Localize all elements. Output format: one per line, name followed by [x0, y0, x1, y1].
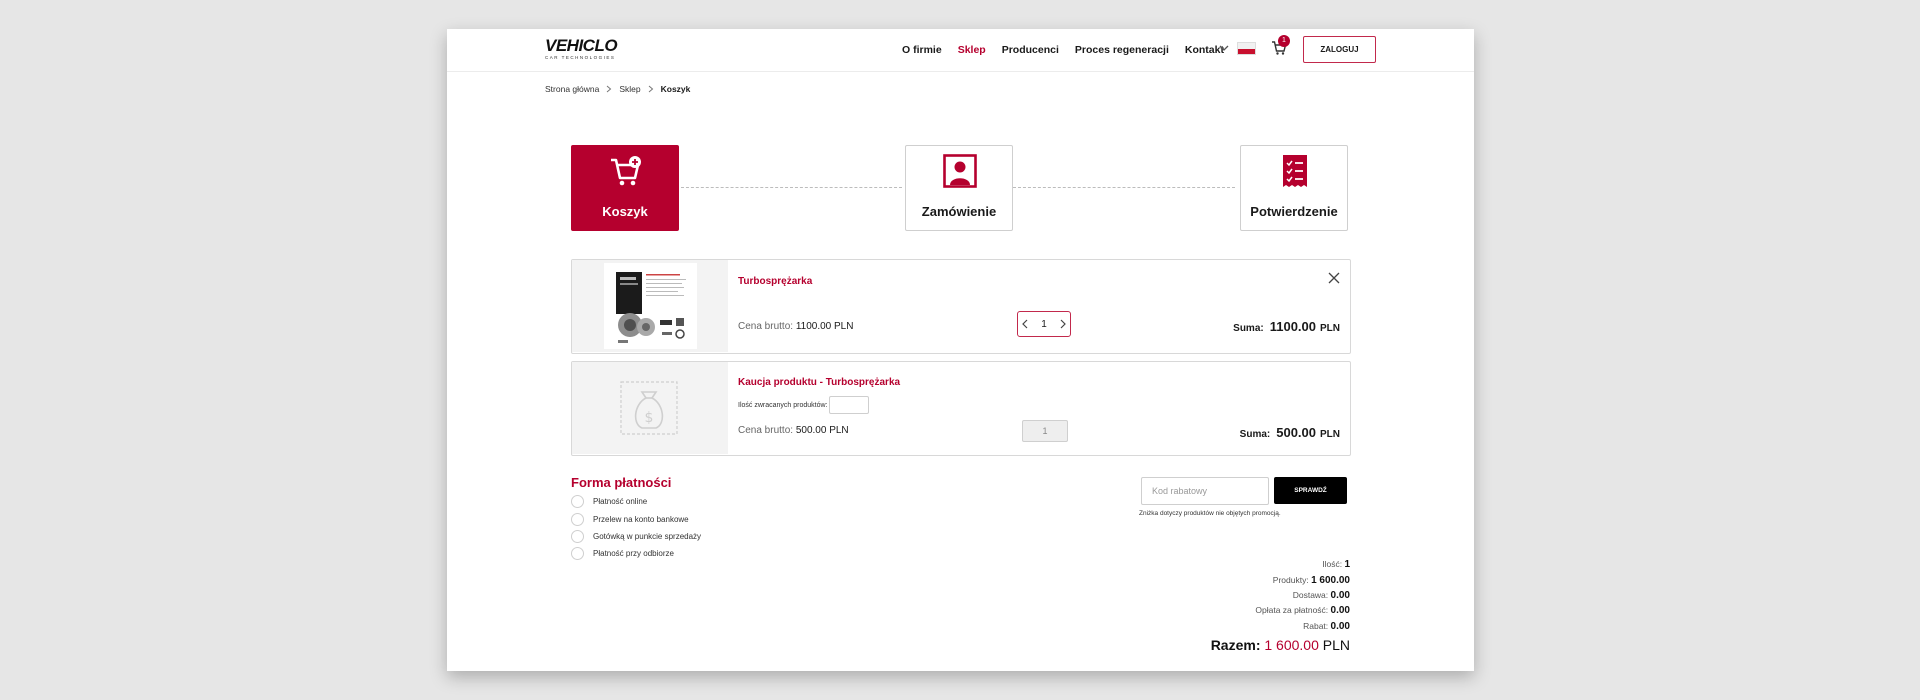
breadcrumb-current: Koszyk [660, 84, 691, 94]
cart-item: $ Kaucja produktu - Turbosprężarka Ilość… [571, 361, 1351, 456]
summary-discount: Rabat: 0.00 [1303, 621, 1350, 632]
payment-option-transfer[interactable]: Przelew na konto bankowe [571, 513, 689, 526]
svg-text:$: $ [645, 410, 654, 426]
step-label: Koszyk [602, 204, 648, 219]
chevron-right-icon [607, 85, 612, 93]
user-icon [943, 154, 977, 188]
step-label: Zamówienie [921, 204, 997, 219]
radio-button[interactable] [571, 495, 584, 508]
quantity-value[interactable]: 1 [1041, 319, 1047, 330]
summary-value: 0.00 [1330, 605, 1350, 616]
summary-label: Ilość: [1322, 559, 1343, 569]
summary-value: 0.00 [1330, 590, 1350, 601]
radio-button[interactable] [571, 547, 584, 560]
page-container: VEHICLO CAR TECHNOLOGIES O firmie Sklep … [447, 29, 1474, 671]
payment-option-label: Gotówką w punkcie sprzedaży [593, 532, 702, 541]
return-quantity-row: Ilość zwracanych produktów: [738, 396, 870, 414]
return-quantity-input[interactable] [829, 396, 870, 414]
total-currency: PLN [1322, 637, 1350, 653]
product-name[interactable]: Kaucja produktu - Turbosprężarka [738, 377, 900, 388]
sum-currency: PLN [1320, 429, 1340, 440]
chevron-left-icon[interactable] [1021, 319, 1029, 329]
nav-item-o-firmie[interactable]: O firmie [902, 44, 942, 56]
step-connector [1013, 187, 1235, 188]
discount-code-input[interactable] [1141, 477, 1269, 505]
close-icon[interactable] [1328, 272, 1340, 284]
payment-option-online[interactable]: Płatność online [571, 495, 647, 508]
order-total: Razem: 1 600.00 PLN [1211, 637, 1350, 653]
check-discount-button[interactable]: SPRAWDŹ [1274, 477, 1347, 504]
radio-button[interactable] [571, 530, 584, 543]
product-price: Cena brutto: 1100.00 PLN [738, 321, 853, 332]
breadcrumb-home[interactable]: Strona główna [545, 84, 599, 94]
turbocharger-image [604, 263, 697, 349]
logo-text: VEHICLO [545, 36, 618, 55]
sum-label: Suma: [1233, 323, 1264, 334]
step-cart: Koszyk [571, 145, 679, 231]
radio-button[interactable] [571, 513, 584, 526]
price-value: 1100.00 PLN [795, 321, 854, 332]
summary-value: 1 600.00 [1311, 575, 1350, 586]
cart-count-badge: 1 [1278, 35, 1290, 47]
payment-title: Forma płatności [571, 475, 672, 490]
sum-currency: PLN [1320, 323, 1340, 334]
step-confirmation: Potwierdzenie [1240, 145, 1348, 231]
price-value: 500.00 PLN [795, 425, 849, 436]
summary-label: Rabat: [1303, 621, 1329, 631]
price-label: Cena brutto: [738, 425, 794, 436]
product-price: Cena brutto: 500.00 PLN [738, 425, 849, 436]
price-label: Cena brutto: [738, 321, 794, 332]
step-label: Potwierdzenie [1250, 204, 1338, 219]
poland-flag-icon[interactable] [1237, 42, 1256, 55]
nav-item-producenci[interactable]: Producenci [1002, 44, 1059, 56]
step-connector [681, 187, 902, 188]
payment-option-cash[interactable]: Gotówką w punkcie sprzedaży [571, 530, 701, 543]
product-image[interactable] [572, 260, 728, 352]
sum-value: 500.00 [1276, 425, 1316, 440]
login-button[interactable]: ZALOGUJ [1303, 36, 1376, 63]
chevron-right-icon[interactable] [1059, 319, 1067, 329]
logo[interactable]: VEHICLO CAR TECHNOLOGIES [545, 36, 627, 60]
summary-delivery: Dostawa: 0.00 [1293, 590, 1350, 601]
payment-option-label: Płatność online [593, 497, 648, 506]
product-image: $ [572, 362, 728, 454]
cart-plus-icon [611, 156, 641, 186]
breadcrumb-shop[interactable]: Sklep [619, 84, 640, 94]
return-quantity-label: Ilość zwracanych produktów: [738, 401, 828, 409]
discount-note: Zniżka dotyczy produktów nie objętych pr… [1139, 510, 1281, 517]
breadcrumb: Strona główna Sklep Koszyk [545, 84, 690, 94]
nav-item-proces-regeneracji[interactable]: Proces regeneracji [1075, 44, 1169, 56]
total-label: Razem: [1210, 637, 1261, 653]
item-sum: Suma: 1100.00 PLN [1233, 319, 1340, 334]
chevron-down-icon[interactable] [1218, 42, 1230, 54]
step-order: Zamówienie [905, 145, 1013, 231]
cart-item: Turbosprężarka Cena brutto: 1100.00 PLN … [571, 259, 1351, 354]
nav-item-sklep[interactable]: Sklep [958, 44, 986, 56]
product-name[interactable]: Turbosprężarka [738, 276, 812, 287]
sum-value: 1100.00 [1269, 319, 1316, 334]
logo-tagline: CAR TECHNOLOGIES [545, 55, 616, 60]
payment-option-cod[interactable]: Płatność przy odbiorze [571, 547, 674, 560]
summary-products: Produkty: 1 600.00 [1273, 575, 1350, 586]
summary-quantity: Ilość: 1 [1322, 559, 1350, 570]
chevron-right-icon [648, 85, 653, 93]
payment-option-label: Płatność przy odbiorze [593, 549, 674, 558]
summary-label: Opłata za płatność: [1255, 605, 1329, 615]
checklist-icon [1283, 155, 1307, 187]
money-bag-icon: $ [620, 381, 678, 435]
main-nav: O firmie Sklep Producenci Proces regener… [902, 44, 1240, 56]
summary-value: 0.00 [1330, 621, 1350, 632]
summary-payment-fee: Opłata za płatność: 0.00 [1255, 605, 1350, 616]
quantity-stepper: 1 [1017, 311, 1071, 337]
payment-option-label: Przelew na konto bankowe [593, 515, 689, 524]
site-header: VEHICLO CAR TECHNOLOGIES O firmie Sklep … [447, 29, 1474, 72]
summary-label: Dostawa: [1292, 590, 1329, 600]
summary-value: 1 [1344, 559, 1350, 570]
quantity-readonly: 1 [1022, 420, 1068, 442]
item-sum: Suma: 500.00 PLN [1240, 425, 1340, 440]
total-value: 1 600.00 [1264, 637, 1319, 653]
summary-label: Produkty: [1272, 575, 1309, 585]
sum-label: Suma: [1239, 429, 1271, 440]
